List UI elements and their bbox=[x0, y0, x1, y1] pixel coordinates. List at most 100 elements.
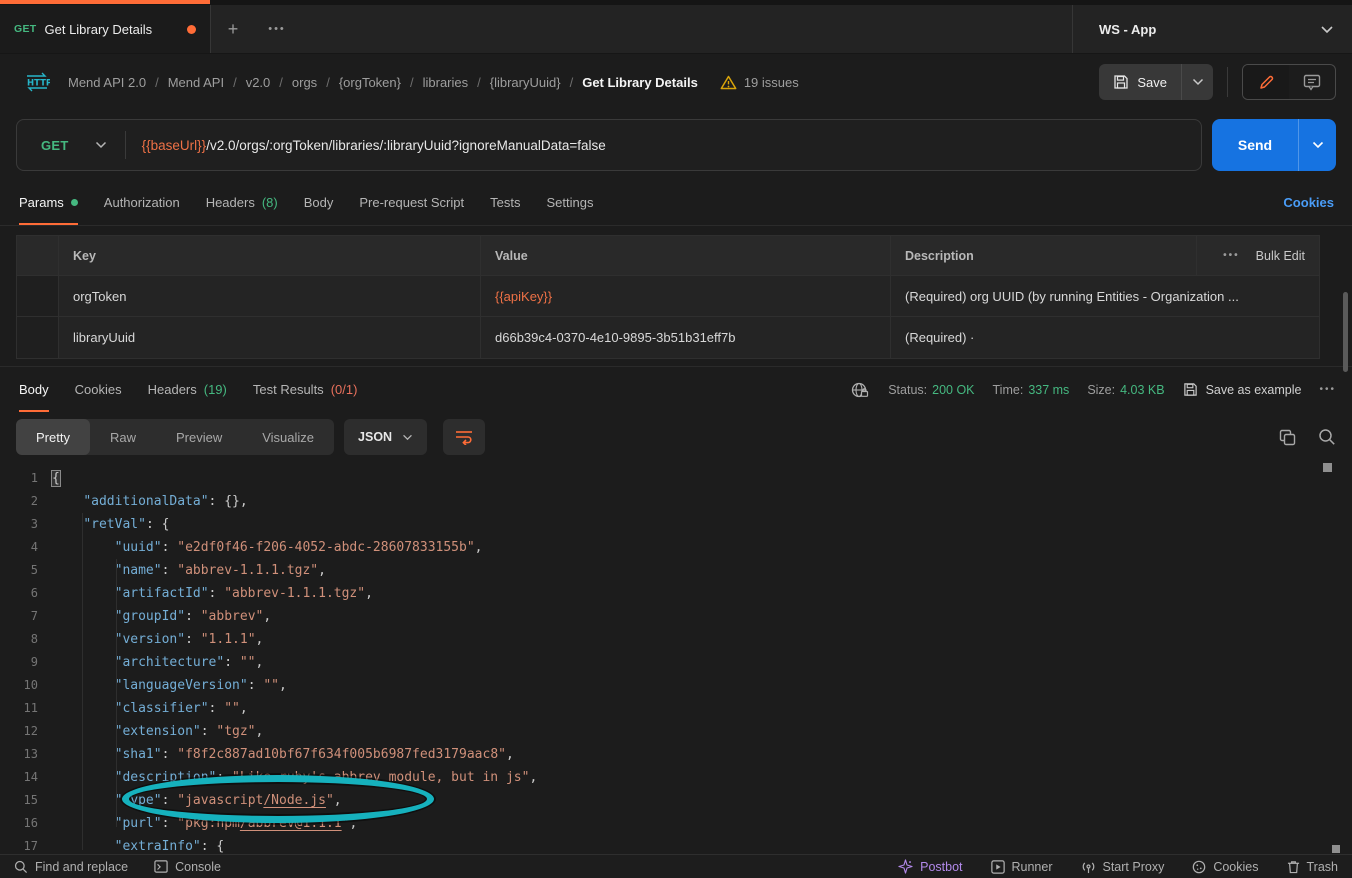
postbot-button[interactable]: Postbot bbox=[898, 859, 962, 874]
code-scrollbar-thumb[interactable] bbox=[1323, 463, 1332, 472]
code-line-content[interactable]: "uuid": "e2df0f46-f206-4052-abdc-2860783… bbox=[52, 536, 1352, 559]
view-pretty[interactable]: Pretty bbox=[16, 419, 90, 455]
code-line-content[interactable]: "languageVersion": "", bbox=[52, 674, 1352, 697]
response-more-options-icon[interactable]: ••• bbox=[1319, 384, 1336, 395]
param-value-cell[interactable]: {{apiKey}} bbox=[481, 276, 891, 317]
view-raw[interactable]: Raw bbox=[90, 419, 156, 455]
code-segment bbox=[52, 816, 115, 831]
more-options-icon[interactable]: ••• bbox=[1223, 250, 1240, 261]
send-options-button[interactable] bbox=[1298, 119, 1336, 171]
param-value-cell[interactable]: d66b39c4-0370-4e10-9895-3b51b31eff7b bbox=[481, 317, 891, 358]
code-line-content[interactable]: "artifactId": "abbrev-1.1.1.tgz", bbox=[52, 582, 1352, 605]
edit-pencil-button[interactable] bbox=[1243, 65, 1289, 99]
params-header-row: Key Value Description ••• Bulk Edit bbox=[17, 236, 1319, 276]
request-tab[interactable]: GET Get Library Details bbox=[0, 5, 211, 53]
breadcrumb-item[interactable]: orgs bbox=[292, 75, 317, 90]
tab-tests[interactable]: Tests bbox=[477, 180, 533, 225]
json-link-text[interactable]: /abbrev@1.1.1 bbox=[240, 816, 342, 831]
url-input[interactable]: {{baseUrl}}/v2.0/orgs/:orgToken/librarie… bbox=[126, 138, 622, 153]
view-visualize[interactable]: Visualize bbox=[242, 419, 334, 455]
code-line-content[interactable]: "extraInfo": { bbox=[52, 835, 1352, 854]
code-line: 11 "classifier": "", bbox=[0, 697, 1352, 720]
breadcrumb-item[interactable]: {orgToken} bbox=[339, 75, 401, 90]
format-selector[interactable]: JSON bbox=[344, 419, 427, 455]
send-button[interactable]: Send bbox=[1212, 119, 1298, 171]
save-as-example-button[interactable]: Save as example bbox=[1183, 382, 1302, 397]
tab-body[interactable]: Body bbox=[291, 180, 347, 225]
code-line-content[interactable]: { bbox=[52, 467, 1352, 490]
param-description-cell[interactable]: (Required) · bbox=[891, 317, 1319, 358]
code-scrollbar-corner[interactable] bbox=[1332, 845, 1340, 853]
response-tab-body[interactable]: Body bbox=[6, 367, 62, 412]
table-row: libraryUuid d66b39c4-0370-4e10-9895-3b51… bbox=[17, 317, 1319, 358]
response-tab-test-results[interactable]: Test Results (0/1) bbox=[240, 367, 371, 412]
tab-headers[interactable]: Headers (8) bbox=[193, 180, 291, 225]
workspace-selector[interactable]: WS - App bbox=[1072, 5, 1352, 53]
comments-button[interactable] bbox=[1289, 65, 1335, 99]
tab-authorization[interactable]: Authorization bbox=[91, 180, 193, 225]
tab-settings[interactable]: Settings bbox=[533, 180, 606, 225]
find-and-replace-button[interactable]: Find and replace bbox=[14, 860, 128, 874]
code-line-content[interactable]: "retVal": { bbox=[52, 513, 1352, 536]
breadcrumb-item[interactable]: Mend API 2.0 bbox=[68, 75, 146, 90]
response-body-editor[interactable]: 1{2 "additionalData": {},3 "retVal": {4 … bbox=[0, 462, 1352, 854]
code-line-content[interactable]: "classifier": "", bbox=[52, 697, 1352, 720]
line-number: 7 bbox=[0, 605, 52, 628]
method-selector[interactable]: GET bbox=[17, 138, 125, 153]
cookies-link[interactable]: Cookies bbox=[1271, 180, 1346, 225]
code-segment: "abbrev" bbox=[201, 609, 264, 624]
code-line-content[interactable]: "additionalData": {}, bbox=[52, 490, 1352, 513]
breadcrumb: Mend API 2.0 / Mend API / v2.0 / orgs / … bbox=[68, 75, 698, 90]
breadcrumb-item[interactable]: libraries bbox=[423, 75, 469, 90]
param-key-cell[interactable]: orgToken bbox=[59, 276, 481, 317]
breadcrumb-item[interactable]: {libraryUuid} bbox=[490, 75, 561, 90]
console-button[interactable]: Console bbox=[154, 860, 221, 874]
runner-button[interactable]: Runner bbox=[991, 860, 1053, 874]
page-scrollbar-thumb[interactable] bbox=[1343, 292, 1348, 372]
response-tab-cookies[interactable]: Cookies bbox=[62, 367, 135, 412]
code-segment: "e2df0f46-f206-4052-abdc-28607833155b" bbox=[177, 540, 474, 555]
code-line-content[interactable]: "description": "Like ruby's abbrev modul… bbox=[52, 766, 1352, 789]
code-segment bbox=[52, 793, 115, 808]
code-segment: "1.1.1" bbox=[201, 632, 256, 647]
save-button[interactable]: Save bbox=[1099, 64, 1181, 100]
param-description-cell[interactable]: (Required) org UUID (by running Entities… bbox=[891, 276, 1319, 317]
code-line-content[interactable]: "purl": "pkg:npm/abbrev@1.1.1", bbox=[52, 812, 1352, 835]
json-link-text[interactable]: /Node.js bbox=[263, 793, 326, 808]
code-segment: "retVal" bbox=[83, 517, 146, 532]
console-icon bbox=[154, 860, 168, 873]
tab-pre-request-script[interactable]: Pre-request Script bbox=[346, 180, 477, 225]
search-button[interactable] bbox=[1318, 428, 1336, 446]
start-proxy-button[interactable]: Start Proxy bbox=[1081, 860, 1165, 874]
breadcrumb-item[interactable]: Mend API bbox=[168, 75, 224, 90]
code-line-content[interactable]: "architecture": "", bbox=[52, 651, 1352, 674]
breadcrumb-item[interactable]: v2.0 bbox=[246, 75, 271, 90]
breadcrumb-separator: / bbox=[326, 75, 330, 90]
bulk-edit-button[interactable]: ••• Bulk Edit bbox=[1197, 236, 1319, 276]
code-line-content[interactable]: "groupId": "abbrev", bbox=[52, 605, 1352, 628]
row-handle[interactable] bbox=[17, 276, 59, 317]
issues-indicator[interactable]: 19 issues bbox=[720, 75, 799, 90]
wrap-text-button[interactable] bbox=[443, 419, 485, 455]
view-preview[interactable]: Preview bbox=[156, 419, 242, 455]
cookies-button[interactable]: Cookies bbox=[1192, 860, 1258, 874]
tab-params[interactable]: Params bbox=[6, 180, 91, 225]
row-handle[interactable] bbox=[17, 317, 59, 358]
save-options-button[interactable] bbox=[1181, 64, 1213, 100]
copy-button[interactable] bbox=[1279, 429, 1296, 446]
param-key-cell[interactable]: libraryUuid bbox=[59, 317, 481, 358]
code-segment: "abbrev-1.1.1.tgz" bbox=[224, 586, 365, 601]
code-segment: "purl" bbox=[115, 816, 162, 831]
code-line-content[interactable]: "extension": "tgz", bbox=[52, 720, 1352, 743]
response-tab-headers[interactable]: Headers (19) bbox=[135, 367, 240, 412]
tab-options-icon[interactable]: ••• bbox=[255, 5, 299, 53]
code-line: 12 "extension": "tgz", bbox=[0, 720, 1352, 743]
trash-button[interactable]: Trash bbox=[1287, 860, 1339, 874]
chevron-down-icon bbox=[402, 434, 413, 441]
globe-lock-icon[interactable] bbox=[850, 381, 870, 399]
code-line-content[interactable]: "version": "1.1.1", bbox=[52, 628, 1352, 651]
code-line-content[interactable]: "sha1": "f8f2c887ad10bf67f634f005b6987fe… bbox=[52, 743, 1352, 766]
new-tab-button[interactable]: + bbox=[211, 5, 255, 53]
code-line-content[interactable]: "type": "javascript/Node.js", bbox=[52, 789, 1352, 812]
code-line-content[interactable]: "name": "abbrev-1.1.1.tgz", bbox=[52, 559, 1352, 582]
